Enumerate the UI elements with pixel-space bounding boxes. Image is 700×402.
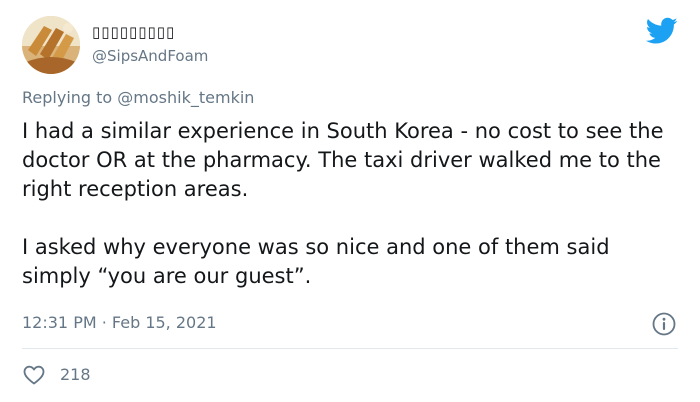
- user-handle[interactable]: @SipsAndFoam: [92, 45, 208, 67]
- tweet-timestamp[interactable]: 12:31 PM · Feb 15, 2021: [22, 311, 217, 335]
- tweet-paragraph: I asked why everyone was so nice and one…: [22, 235, 610, 288]
- tweet-paragraph: I had a similar experience in South Kore…: [22, 119, 664, 201]
- avatar[interactable]: [22, 16, 80, 74]
- heart-icon[interactable]: [22, 363, 46, 387]
- like-action[interactable]: 218: [22, 362, 91, 388]
- display-name[interactable]: ▯▯▯▯▯▯▯▯▯: [92, 21, 175, 43]
- twitter-bird-icon[interactable]: [646, 17, 678, 45]
- tweet-card: ▯▯▯▯▯▯▯▯▯ @SipsAndFoam Replying to @mosh…: [0, 0, 700, 402]
- replying-to: Replying to @moshik_temkin: [22, 86, 254, 110]
- avatar-image: [22, 16, 80, 74]
- reply-handle-link[interactable]: @moshik_temkin: [117, 88, 254, 107]
- divider: [22, 348, 678, 349]
- info-icon[interactable]: [651, 311, 677, 337]
- tweet-text: I had a similar experience in South Kore…: [22, 117, 682, 291]
- like-count: 218: [60, 365, 91, 384]
- replying-to-label: Replying to: [22, 88, 113, 107]
